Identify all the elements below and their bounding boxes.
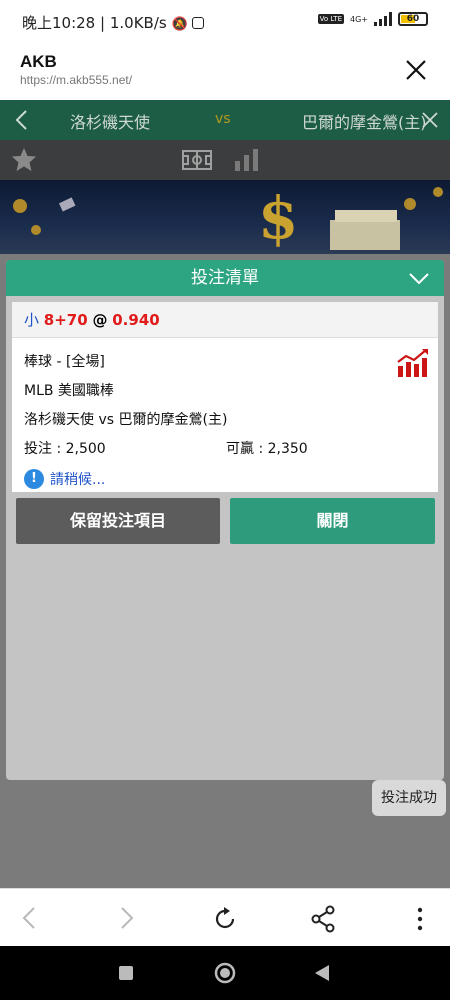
status-right: Vo LTE 4G+ 60 <box>317 12 428 26</box>
bet-card: 小 8+70 @ 0.940 棒球 - [全場] MLB 美國職棒 洛杉磯天使 … <box>12 302 438 492</box>
close-icon[interactable] <box>402 56 430 84</box>
mute-bell-icon: 🔕 <box>171 17 188 32</box>
forward-arrow-icon[interactable] <box>114 905 138 931</box>
chevron-down-icon[interactable] <box>408 268 430 288</box>
stake-amount: 投注 : 2,500 <box>24 441 106 457</box>
handicap-line: 8+70 <box>43 311 88 329</box>
status-bar: 晚上10:28 | 1.0KB/s 🔕 Vo LTE 4G+ 60 <box>0 0 450 42</box>
system-nav-bar <box>0 946 450 1000</box>
browser-header: AKB https://m.akb555.net/ <box>0 42 450 100</box>
fixture-line: 洛杉磯天使 vs 巴爾的摩金鶯(主) <box>24 412 228 428</box>
close-button[interactable]: 關閉 <box>230 498 435 544</box>
sport-line: 棒球 - [全場] <box>24 354 105 370</box>
site-title: AKB <box>20 52 57 71</box>
promo-banner: $ <box>0 180 450 254</box>
at-sign: @ <box>92 311 108 329</box>
stake-row: 投注 : 2,500 可贏 : 2,350 <box>24 435 428 464</box>
browser-toolbar <box>0 888 450 946</box>
potential-win: 可贏 : 2,350 <box>226 441 308 457</box>
status-left: 晚上10:28 | 1.0KB/s 🔕 <box>22 12 205 33</box>
signal-icon <box>374 12 392 26</box>
bet-details: 棒球 - [全場] MLB 美國職棒 洛杉磯天使 vs 巴爾的摩金鶯(主) 投注… <box>24 348 428 494</box>
team-right: 巴爾的摩金鶯(主) <box>302 113 427 132</box>
share-icon[interactable] <box>310 905 336 933</box>
site-url[interactable]: https://m.akb555.net/ <box>20 73 132 87</box>
status-speed: 1.0KB/s <box>109 14 167 32</box>
success-toast: 投注成功 <box>372 780 446 816</box>
betslip-modal: 投注清單 小 8+70 @ 0.940 棒球 - [全場] MLB 美國職棒 洛… <box>6 260 444 780</box>
instagram-icon <box>192 17 205 29</box>
back-chevron-icon[interactable] <box>12 108 32 132</box>
svg-text:$: $ <box>258 184 298 252</box>
field-icon[interactable] <box>182 150 212 170</box>
keep-selections-button[interactable]: 保留投注項目 <box>16 498 220 544</box>
volte-icon: Vo LTE <box>317 14 344 24</box>
pending-status: ! 請稍候... <box>24 464 428 494</box>
back-arrow-icon[interactable] <box>18 905 42 931</box>
stats-bars-icon[interactable] <box>234 149 260 171</box>
status-time: 晚上10:28 <box>22 14 96 32</box>
more-menu-icon[interactable] <box>414 905 426 933</box>
reload-icon[interactable] <box>211 905 239 933</box>
battery-icon: 60 <box>398 12 428 26</box>
match-header: 洛杉磯天使 vs 巴爾的摩金鶯(主) <box>0 100 450 140</box>
banner-art: $ <box>13 184 443 252</box>
battery-level: 60 <box>406 14 420 24</box>
close-icon[interactable] <box>420 108 440 132</box>
network-type: 4G+ <box>350 14 368 24</box>
pending-text: 請稍候... <box>50 472 106 488</box>
info-icon: ! <box>24 469 44 489</box>
betslip-header[interactable]: 投注清單 <box>6 260 444 296</box>
home-icon[interactable] <box>214 962 236 984</box>
vs-label: vs <box>215 111 231 127</box>
betslip-title: 投注清單 <box>191 268 259 288</box>
selection-label: 小 <box>24 311 40 329</box>
tool-row <box>0 140 450 180</box>
league-line: MLB 美國職棒 <box>24 383 114 399</box>
star-icon[interactable] <box>10 146 38 174</box>
odds-value: 0.940 <box>112 311 160 329</box>
team-left: 洛杉磯天使 <box>70 113 151 132</box>
bet-selection: 小 8+70 @ 0.940 <box>12 302 438 338</box>
back-triangle-icon[interactable] <box>314 964 330 982</box>
recents-icon[interactable] <box>118 965 134 981</box>
